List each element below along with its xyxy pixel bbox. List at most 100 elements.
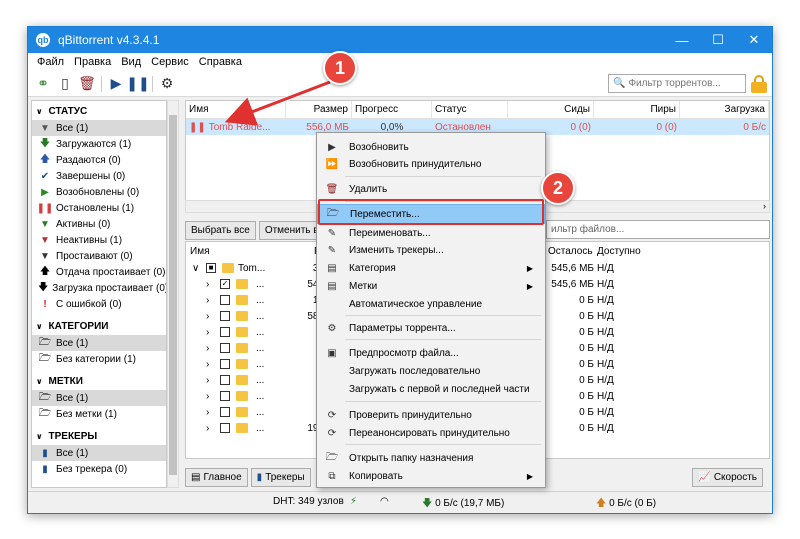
expander-chevron-icon[interactable]: › [206,327,209,338]
delete-icon[interactable]: 🗑 [76,73,98,95]
files-column-availability[interactable]: Доступно [597,246,641,257]
file-availability: Н/Д [597,278,614,290]
file-checkbox[interactable] [220,407,230,417]
sidebar-item-tag-all[interactable]: 🗁 Все (1) [32,390,166,406]
file-checkbox[interactable] [220,359,230,369]
select-all-button[interactable]: Выбрать все [185,220,256,240]
menu-item-torrent-options[interactable]: ⚙ Параметры торрента... [317,318,545,338]
files-column-left[interactable]: Осталось [548,246,593,257]
menu-item-sequential[interactable]: Загружать последовательно [317,361,545,381]
file-availability: Н/Д [597,294,614,306]
tab-speed[interactable]: 📈 Скорость [692,467,763,487]
expander-chevron-icon[interactable]: › [206,391,209,402]
sidebar-scrollbar[interactable] [167,100,179,488]
sidebar-item-all[interactable]: ▼ Все (1) [32,120,166,136]
sidebar-item-trackerless[interactable]: ▮ Без трекера (0) [32,461,166,477]
file-checkbox[interactable] [220,311,230,321]
column-download[interactable]: Загрузка [680,101,769,118]
column-status[interactable]: Статус [432,101,508,118]
tags-section-header[interactable]: ∨ МЕТКИ [32,373,166,390]
sidebar-item-stalled-download[interactable]: 🡇 Загрузка простаивает (0) [32,280,166,296]
menu-help[interactable]: Справка [194,56,247,68]
menu-item-copy[interactable]: ⧉ Копировать ▶ [317,466,545,486]
torrent-filter-field[interactable] [628,78,739,89]
sidebar-item-completed[interactable]: ✔ Завершены (0) [32,168,166,184]
sidebar-item-resumed[interactable]: ▶ Возобновлены (0) [32,184,166,200]
menu-view[interactable]: Вид [116,56,146,68]
file-checkbox[interactable]: ✓ [220,279,230,289]
sidebar-item-errored[interactable]: ! С ошибкой (0) [32,296,166,312]
file-checkbox[interactable] [220,391,230,401]
menu-edit[interactable]: Правка [69,56,116,68]
file-checkbox[interactable] [220,423,230,433]
menu-item-category[interactable]: ▤ Категория ▶ [317,258,545,278]
add-link-icon[interactable]: ⚭ [32,73,54,95]
menu-item-force-reannounce[interactable]: ⟳ Переанонсировать принудительно [317,423,545,443]
add-file-icon[interactable]: ▯ [54,73,76,95]
file-checkbox[interactable] [220,295,230,305]
tab-trackers[interactable]: ▮ Трекеры [250,467,311,487]
sidebar-item-untagged[interactable]: 🗁 Без метки (1) [32,406,166,422]
file-checkbox[interactable]: ■ [206,263,216,273]
sidebar-item-stalled-upload[interactable]: 🡅 Отдача простаивает (0) [32,264,166,280]
pause-icon[interactable]: ❚❚ [126,73,149,95]
speed-limit-icon[interactable]: ◠ [380,496,389,507]
sidebar-item-downloading[interactable]: 🡇 Загружаются (1) [32,136,166,152]
gear-icon[interactable]: ⚙ [156,73,178,95]
lock-icon[interactable] [751,75,767,93]
file-checkbox[interactable] [220,343,230,353]
expander-chevron-icon[interactable]: › [206,343,209,354]
column-peers[interactable]: Пиры [594,101,680,118]
minimize-button[interactable]: — [664,27,700,53]
menu-item-open-folder[interactable]: 🗁 Открыть папку назначения [317,448,545,468]
resume-icon[interactable]: ▶ [105,73,127,95]
menu-item-tags[interactable]: ▤ Метки ▶ [317,276,545,296]
menu-item-delete[interactable]: 🗑 Удалить [317,179,545,199]
close-button[interactable]: ✕ [736,27,772,53]
menu-item-auto-management[interactable]: Автоматическое управление [317,294,545,314]
sidebar-item-uncategorized[interactable]: 🗁 Без категории (1) [32,351,166,367]
trackers-section-header[interactable]: ∨ ТРЕКЕРЫ [32,428,166,445]
menu-item-force-recheck[interactable]: ⟳ Проверить принудительно [317,405,545,425]
rename-icon: ✎ [327,227,337,239]
file-checkbox[interactable] [220,375,230,385]
menu-item-preview[interactable]: ▣ Предпросмотр файла... [317,343,545,363]
torrent-filter-input[interactable]: 🔍 [608,74,746,93]
menu-tools[interactable]: Сервис [146,56,194,68]
expander-chevron-icon[interactable]: › [206,423,209,434]
menu-item-edit-trackers[interactable]: ✎ Изменить трекеры... [317,240,545,260]
column-size[interactable]: Размер [286,101,352,118]
expander-chevron-icon[interactable]: › [206,375,209,386]
categories-section-header[interactable]: ∨ КАТЕГОРИИ [32,318,166,335]
expander-chevron-icon[interactable]: › [206,311,209,322]
sidebar-item-inactive[interactable]: ▼ Неактивны (1) [32,232,166,248]
expander-chevron-icon[interactable]: › [206,359,209,370]
tab-general[interactable]: ▤ Главное [185,467,248,487]
menu-file[interactable]: Файл [32,56,69,68]
file-checkbox[interactable] [220,327,230,337]
file-filter-input[interactable]: ильтр файлов... [546,220,770,239]
files-column-name[interactable]: Имя [190,246,209,257]
scrollbar-thumb[interactable] [169,115,177,475]
sidebar-item-category-all[interactable]: 🗁 Все (1) [32,335,166,351]
column-progress[interactable]: Прогресс [352,101,432,118]
status-section-header[interactable]: ∨ СТАТУС [32,103,166,120]
column-seeds[interactable]: Сиды [508,101,594,118]
chevron-right-icon[interactable]: › [763,201,766,211]
expander-chevron-icon[interactable]: ∨ [192,263,199,274]
expander-chevron-icon[interactable]: › [206,407,209,418]
maximize-button[interactable]: ☐ [700,27,736,53]
menu-item-first-last[interactable]: Загружать с первой и последней части [317,379,545,399]
sidebar-item-active[interactable]: ▼ Активны (0) [32,216,166,232]
sidebar-item-paused[interactable]: ❚❚ Остановлены (1) [32,200,166,216]
expander-chevron-icon[interactable]: › [206,279,209,290]
file-name: ... [256,406,265,418]
connection-icon[interactable]: ⚡ [350,496,357,507]
sidebar-item-tracker-all[interactable]: ▮ Все (1) [32,445,166,461]
file-availability: Н/Д [597,374,614,386]
sidebar-item-seeding[interactable]: 🡅 Раздаются (0) [32,152,166,168]
column-name[interactable]: Имя [186,101,286,118]
expander-chevron-icon[interactable]: › [206,295,209,306]
menu-item-force-resume[interactable]: ⏩ Возобновить принудительно [317,154,545,174]
sidebar-item-stalled[interactable]: ▼ Простаивают (0) [32,248,166,264]
